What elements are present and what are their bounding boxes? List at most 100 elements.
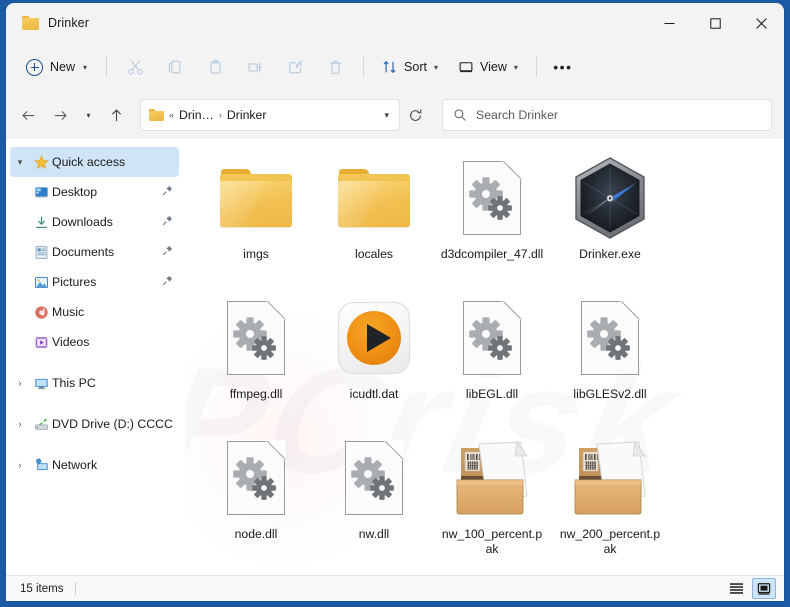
sidebar-item-dvd-drive[interactable]: › DVD Drive (D:) CCCC [10, 409, 179, 439]
file-icon [227, 290, 285, 386]
downloads-icon [30, 215, 52, 230]
pin-icon[interactable] [162, 275, 173, 289]
dll-gears-icon [227, 441, 285, 515]
search-icon [453, 108, 467, 122]
this-pc-icon [30, 376, 52, 391]
file-item[interactable]: nw.dll [315, 424, 433, 564]
maximize-icon[interactable] [692, 3, 738, 43]
chevron-down-icon[interactable]: ▾ [10, 157, 30, 168]
chevron-right-icon[interactable]: › [10, 378, 30, 388]
sidebar-item-desktop[interactable]: Desktop [10, 177, 179, 207]
refresh-icon [408, 108, 423, 123]
orange-play-icon [337, 301, 411, 375]
chevron-right-icon[interactable]: › [10, 460, 30, 470]
chevron-right-icon[interactable]: › [10, 419, 30, 429]
rename-button[interactable] [236, 51, 274, 83]
file-item[interactable]: d3dcompiler_47.dll [433, 144, 551, 284]
breadcrumb-item-0[interactable]: Drin… [179, 108, 214, 122]
file-item[interactable]: libEGL.dll [433, 284, 551, 424]
file-item[interactable]: resources.pak [315, 564, 433, 575]
back-button[interactable] [12, 99, 44, 131]
file-icon [338, 150, 410, 246]
breadcrumb[interactable]: « Drin… › Drinker ▾ [140, 99, 400, 131]
pin-icon[interactable] [162, 185, 173, 199]
folder-icon [22, 16, 39, 30]
file-item[interactable]: icudtl.dat [315, 284, 433, 424]
pin-icon[interactable] [162, 245, 173, 259]
sidebar-item-network[interactable]: › Network [10, 450, 179, 480]
sort-arrows-icon [382, 59, 398, 75]
navigation-pane[interactable]: ▾ Quick access Desktop [6, 139, 185, 575]
file-icon [227, 570, 285, 575]
forward-button[interactable] [44, 99, 76, 131]
file-name: imgs [203, 247, 309, 262]
sidebar-item-label: Music [52, 305, 84, 319]
dll-gears-icon [345, 441, 403, 515]
file-icon [333, 570, 415, 575]
share-button[interactable] [276, 51, 314, 83]
file-item[interactable]: nw_100_percent.pak [433, 424, 551, 564]
file-name: nw_100_percent.pak [439, 527, 545, 557]
file-item[interactable]: Drinker.exe [551, 144, 669, 284]
search-input[interactable]: Search Drinker [442, 99, 772, 131]
large-icons-view-icon[interactable] [752, 578, 776, 599]
pictures-icon [30, 275, 52, 290]
sidebar-item-documents[interactable]: Documents [10, 237, 179, 267]
sort-button[interactable]: Sort ▾ [373, 51, 447, 83]
file-name: libGLESv2.dll [557, 387, 663, 402]
file-item[interactable]: node.dll [197, 424, 315, 564]
cut-button[interactable] [116, 51, 154, 83]
up-button[interactable] [100, 99, 132, 131]
sidebar-item-downloads[interactable]: Downloads [10, 207, 179, 237]
window-controls [646, 3, 784, 43]
plus-circle-icon [26, 59, 43, 76]
file-item[interactable]: ffmpeg.dll [197, 284, 315, 424]
breadcrumb-item-1[interactable]: Drinker [227, 108, 267, 122]
breadcrumb-overflow-icon[interactable]: « [169, 110, 174, 120]
file-item[interactable]: nw_200_percent.pak [551, 424, 669, 564]
file-name: ffmpeg.dll [203, 387, 309, 402]
sidebar-item-music[interactable]: Music [10, 297, 179, 327]
file-item[interactable]: v8_context_snapshot.bin [433, 564, 551, 575]
sidebar-item-videos[interactable]: Videos [10, 327, 179, 357]
sidebar-item-label: Pictures [52, 275, 96, 289]
file-icon [463, 290, 521, 386]
file-item[interactable]: locales [315, 144, 433, 284]
monitor-icon [458, 59, 474, 75]
file-icon [569, 430, 651, 526]
status-divider [75, 582, 76, 595]
file-list-view[interactable]: PCrisk imgslocalesd3dcompiler_47.dllDrin… [185, 139, 784, 575]
file-item[interactable]: nw_elf.dll [197, 564, 315, 575]
recent-locations-button[interactable]: ▾ [76, 99, 100, 131]
more-options-button[interactable]: ••• [546, 51, 580, 83]
minimize-icon[interactable] [646, 3, 692, 43]
paste-button[interactable] [196, 51, 234, 83]
file-name: d3dcompiler_47.dll [439, 247, 545, 262]
close-icon[interactable] [738, 3, 784, 43]
music-icon [30, 305, 52, 320]
sidebar-item-quick-access[interactable]: ▾ Quick access [10, 147, 179, 177]
file-item[interactable]: imgs [197, 144, 315, 284]
sidebar-item-label: DVD Drive (D:) CCCC [52, 417, 173, 431]
drinker-compass-icon [567, 155, 653, 241]
chevron-down-icon: ▾ [514, 63, 518, 72]
title-bar-left: Drinker [6, 16, 89, 30]
archive-box-icon [569, 440, 651, 516]
list-view-icon[interactable] [724, 578, 748, 599]
sidebar-item-pictures[interactable]: Pictures [10, 267, 179, 297]
command-bar: New ▾ [6, 43, 784, 91]
sidebar-item-label: Quick access [52, 155, 125, 169]
pin-icon[interactable] [162, 215, 173, 229]
refresh-button[interactable] [400, 99, 430, 131]
chevron-down-icon[interactable]: ▾ [378, 110, 395, 121]
view-button[interactable]: View ▾ [449, 51, 527, 83]
sidebar-item-this-pc[interactable]: › This PC [10, 368, 179, 398]
folder-icon [338, 169, 410, 227]
file-grid[interactable]: imgs locales d3dcompiler_47.dll Drinker.exe… [185, 139, 784, 575]
new-button[interactable]: New ▾ [18, 51, 97, 83]
delete-button[interactable] [316, 51, 354, 83]
dvd-drive-icon [30, 417, 52, 432]
file-item[interactable]: libGLESv2.dll [551, 284, 669, 424]
address-bar: ▾ « Drin… › Drinker ▾ [6, 91, 784, 139]
copy-button[interactable] [156, 51, 194, 83]
